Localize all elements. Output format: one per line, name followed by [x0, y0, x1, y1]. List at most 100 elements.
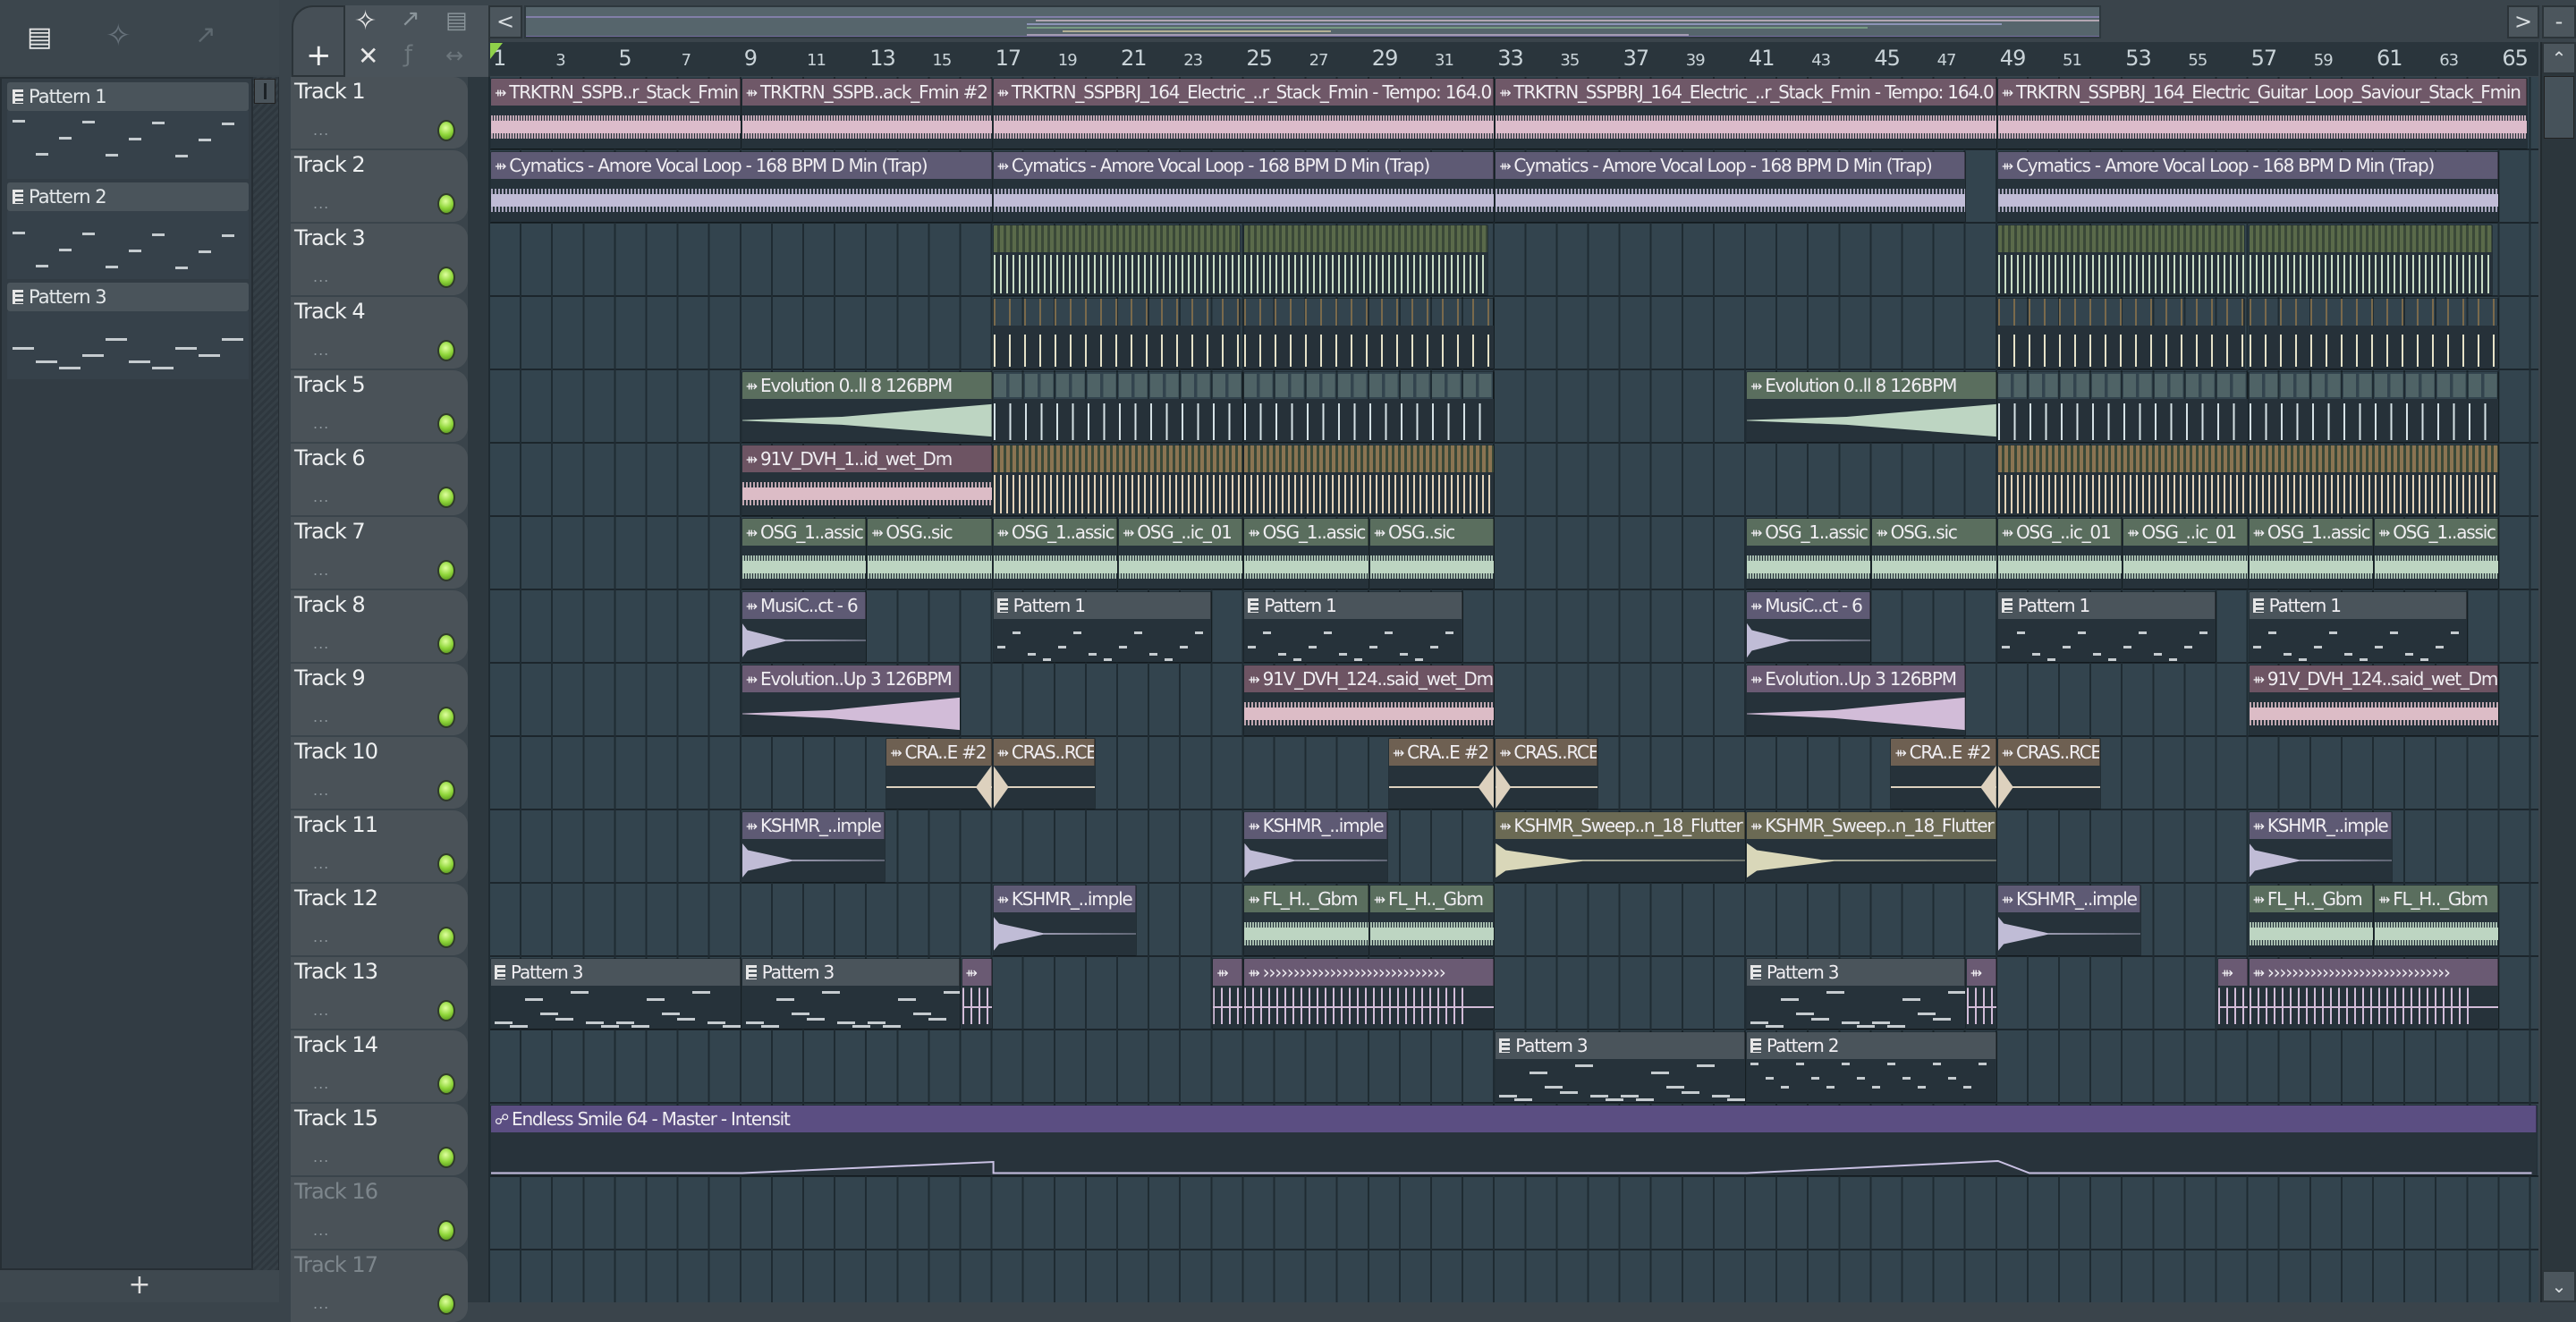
track-mute-led[interactable] [437, 1000, 455, 1021]
track-header[interactable]: Track 3... [291, 224, 468, 295]
clip-header[interactable]: Pattern 2 [1747, 1032, 1996, 1059]
automation-icon[interactable]: ↗ [401, 5, 420, 32]
playlist-clip[interactable] [2248, 298, 2500, 369]
playlist-clip[interactable]: ⇻ OSG_..ic_01 [2123, 518, 2249, 589]
clip-header[interactable]: ⇻ OSG_1..assic [741, 519, 867, 546]
pattern-item[interactable]: Pattern 2 [7, 182, 249, 281]
playlist-clip[interactable]: ⇻ OSG_1..assic [1243, 518, 1369, 589]
clip-header[interactable]: ⇻ OSG..sic [1872, 519, 1996, 546]
track-header[interactable]: Track 7... [291, 517, 468, 589]
playlist-clip[interactable]: ⇻ OSG_1..assic [2374, 518, 2500, 589]
clip-header[interactable]: ⇻ OSG_..ic_01 [2123, 519, 2248, 546]
track-menu-dots[interactable]: ... [313, 562, 329, 579]
clip-header[interactable]: ⇻ MusiC..ct - 6 [1747, 592, 1871, 619]
playlist-clip[interactable]: ⇻ KSHMR_..imple [741, 811, 886, 883]
clip-header[interactable]: ⇻ CRAS..RCE [1997, 739, 2100, 766]
clip-header[interactable]: ⇻ Evolution 0..ll 8 126BPM [1747, 372, 1996, 399]
track-mute-led[interactable] [437, 560, 455, 581]
track-menu-dots[interactable]: ... [313, 635, 329, 652]
playlist-clip[interactable] [1996, 371, 2249, 443]
clip-header[interactable]: ⇻ KSHMR_..imple [1997, 886, 2141, 912]
clip-header[interactable]: ⇻ KSHMR_..imple [741, 812, 886, 839]
playlist-clip[interactable]: ⇻ Cymatics - Amore Vocal Loop - 168 BPM D… [490, 151, 993, 223]
pattern-header[interactable]: Pattern 3 [7, 283, 249, 311]
playlist-clip[interactable]: Pattern 1 [1996, 591, 2217, 663]
playlist-clip[interactable]: ⇻ TRKTRN_SSPBRJ_164_Electric_..r_Stack_Fm… [1495, 78, 1997, 149]
track-mute-led[interactable] [437, 780, 455, 801]
track-menu-dots[interactable]: ... [313, 1295, 329, 1312]
clip-header[interactable]: ⇻ OSG..sic [1369, 519, 1495, 546]
playlist-clip[interactable]: ⇻ KSHMR_..imple [2248, 811, 2394, 883]
clip-header[interactable]: ⇻ 91V_DVH_124..said_wet_Dm [1244, 665, 1495, 692]
playlist-clip[interactable]: ⇻ KSHMR_..imple [1243, 811, 1388, 883]
playlist-clip[interactable]: ⇻ TRKTRN_SSPB..r_Stack_Fmin [490, 78, 741, 149]
clip-header[interactable]: ⇻ ›››››››››››››››››››››››››››››› [2249, 959, 2499, 986]
track-header[interactable]: Track 9... [291, 664, 468, 735]
playlist-clip[interactable]: ⇻ OSG_1..assic [1746, 518, 1872, 589]
playlist-clip[interactable]: ⇻ OSG_..ic_01 [1118, 518, 1244, 589]
clip-header[interactable]: ⇻ [962, 959, 992, 986]
track-menu-dots[interactable]: ... [313, 1148, 329, 1165]
clip-header[interactable]: ⇻ KSHMR_..imple [2249, 812, 2393, 839]
pattern-item[interactable]: Pattern 3 [7, 283, 249, 381]
track-menu-dots[interactable]: ... [313, 195, 329, 212]
track-mute-led[interactable] [437, 927, 455, 948]
playlist-clip[interactable]: ⇻ 91V_DVH_1..id_wet_Dm [741, 445, 993, 516]
stretch-icon[interactable]: ↔ [445, 43, 463, 68]
clip-header[interactable]: ⇻ OSG_1..assic [993, 519, 1117, 546]
track-header[interactable]: Track 13... [291, 957, 468, 1029]
playlist-clip[interactable]: Pattern 1 [2248, 591, 2469, 663]
clip-header[interactable]: Pattern 3 [741, 959, 961, 986]
playlist-clip[interactable]: ⇻ TRKTRN_SSPB..ack_Fmin #2 [741, 78, 993, 149]
track-menu-dots[interactable]: ... [313, 1075, 329, 1092]
clip-header[interactable]: Pattern 1 [2249, 592, 2468, 619]
track-mute-led[interactable] [437, 413, 455, 435]
track-mute-led[interactable] [437, 853, 455, 875]
playlist-clip[interactable]: ⇻ OSG_..ic_01 [1996, 518, 2123, 589]
zoom-button[interactable]: - [2542, 5, 2576, 38]
playlist-clip[interactable] [1996, 445, 2249, 516]
playlist-clip[interactable]: ⇻ Cymatics - Amore Vocal Loop - 168 BPM D… [1495, 151, 1966, 223]
playlist-clip[interactable] [1996, 298, 2246, 369]
clip-header[interactable]: ⇻ [2217, 959, 2248, 986]
clip-header[interactable]: ⇻ 91V_DVH_124..said_wet_Dm [2249, 665, 2499, 692]
playlist-clip[interactable]: ⇻ Cymatics - Amore Vocal Loop - 168 BPM D… [1996, 151, 2500, 223]
clip-header[interactable]: ⇻ Evolution 0..ll 8 126BPM [741, 372, 992, 399]
playlist-clip[interactable] [2248, 225, 2494, 296]
clip-header[interactable]: ⇻ CRA..E #2 [1388, 739, 1495, 766]
track-header[interactable]: Track 12... [291, 884, 468, 955]
playlist-clip[interactable] [992, 298, 1241, 369]
automation-curve[interactable] [491, 1132, 2538, 1176]
track-header[interactable]: Track 6... [291, 444, 468, 515]
clip-header[interactable]: ⇻ 91V_DVH_1..id_wet_Dm [741, 445, 992, 472]
close-x-icon[interactable]: ✕ [358, 41, 378, 71]
clip-header[interactable]: ⇻ Evolution..Up 3 126BPM [741, 665, 961, 692]
pattern-header[interactable]: Pattern 1 [7, 82, 249, 111]
playlist-clip[interactable] [2248, 371, 2500, 443]
playlist-clip[interactable] [1243, 371, 1496, 443]
track-mute-led[interactable] [437, 633, 455, 655]
playlist-clip[interactable]: ⇻ OSG..sic [1368, 518, 1496, 589]
playlist-clip[interactable]: ⇻ OSG_1..assic [2248, 518, 2374, 589]
track-mute-led[interactable] [437, 193, 455, 215]
track-header[interactable]: Track 17... [291, 1250, 468, 1322]
clip-header[interactable]: ⇻ Cymatics - Amore Vocal Loop - 168 BPM D… [993, 152, 1495, 179]
clip-header[interactable]: Pattern 1 [993, 592, 1212, 619]
clip-header[interactable]: ⇻ CRA..E #2 [1891, 739, 1996, 766]
clip-header[interactable]: ⇻ OSG_1..assic [1244, 519, 1368, 546]
track-mute-led[interactable] [437, 120, 455, 141]
clip-header[interactable]: ⇻ OSG_1..assic [2375, 519, 2499, 546]
playlist-grid[interactable]: ⇻ TRKTRN_SSPB..r_Stack_Fmin ⇻ TRKTRN_SSPB..… [488, 77, 2538, 1302]
waveform-icon[interactable]: ✧ [354, 5, 377, 37]
clip-header[interactable]: ⇻ Cymatics - Amore Vocal Loop - 168 BPM D… [1997, 152, 2499, 179]
playlist-clip[interactable]: ⇻ CRAS..RCE [992, 738, 1097, 809]
vertical-scrollbar[interactable]: ⌃ ⌄ [2540, 42, 2576, 1302]
clip-header[interactable]: ⇻ OSG_..ic_01 [1997, 519, 2123, 546]
playlist-clip[interactable]: ⇻ Evolution..Up 3 126BPM [1746, 665, 1966, 736]
playlist-clip[interactable] [992, 225, 1241, 296]
playlist-clip[interactable]: Pattern 1 [1243, 591, 1464, 663]
playlist-clip[interactable]: ⇻ ›››››››››››››››››››››››››››››› [1243, 958, 1496, 1030]
playlist-clip[interactable]: ☍ Endless Smile 64 - Master - Intensit [490, 1105, 2538, 1176]
playlist-clip[interactable]: Pattern 3 [1495, 1031, 1746, 1103]
playlist-clip[interactable]: ⇻ MusiC..ct - 6 [741, 591, 868, 663]
